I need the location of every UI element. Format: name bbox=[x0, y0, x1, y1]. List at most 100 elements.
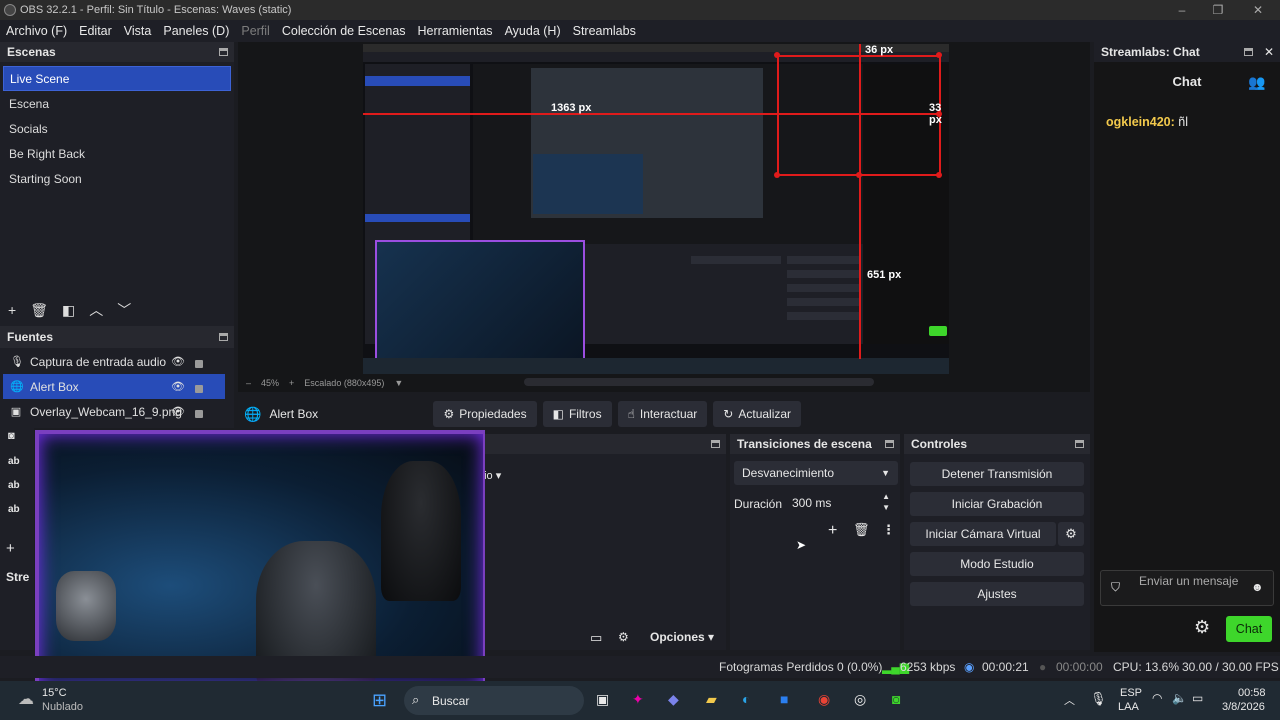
scene-item-be-right-back[interactable]: Be Right Back bbox=[3, 141, 231, 166]
teams-icon[interactable]: ◆ bbox=[668, 691, 679, 708]
user-list-icon[interactable]: 👥 bbox=[1248, 74, 1265, 91]
program-preview[interactable]: 36 px 1363 px 33 px 651 px bbox=[363, 44, 949, 374]
gear-icon[interactable]: ⚙ bbox=[1194, 617, 1210, 638]
delete-scene-icon[interactable]: 🗑 bbox=[30, 302, 48, 319]
undock-icon[interactable] bbox=[711, 440, 720, 448]
chevron-up-icon[interactable]: ︿ bbox=[1064, 692, 1075, 708]
weather-desc[interactable]: Nublado bbox=[42, 701, 83, 713]
taskbar-search[interactable]: ⌕ Buscar bbox=[404, 686, 584, 715]
volume-icon[interactable]: 🔈 bbox=[1172, 691, 1187, 705]
zoom-in-icon[interactable]: + bbox=[289, 378, 294, 388]
lock-icon[interactable] bbox=[195, 385, 203, 393]
properties-button[interactable]: ⚙ Propiedades bbox=[433, 401, 537, 427]
filters-button[interactable]: ◧ Filtros bbox=[542, 401, 612, 427]
menu-herramientas[interactable]: Herramientas bbox=[412, 24, 499, 38]
maximize-icon[interactable]: ❐ bbox=[1200, 0, 1236, 20]
weather-temp[interactable]: 15°C bbox=[42, 687, 67, 699]
chat-username[interactable]: ogklein420: bbox=[1106, 115, 1175, 129]
add-source-icon[interactable]: + bbox=[6, 540, 15, 557]
close-icon[interactable]: ✕ bbox=[1264, 45, 1274, 59]
interact-button[interactable]: ☝ Interactuar bbox=[617, 401, 708, 427]
spin-arrows-icon[interactable]: ▲ ▼ bbox=[882, 491, 890, 513]
move-down-icon[interactable]: ﹀ bbox=[117, 300, 131, 320]
add-transition-icon[interactable]: + bbox=[828, 522, 837, 540]
scene-item-escena[interactable]: Escena bbox=[3, 91, 231, 116]
delete-transition-icon[interactable]: 🗑 bbox=[853, 522, 870, 538]
microphone-icon[interactable]: 🎙 bbox=[1090, 691, 1107, 707]
obs-icon[interactable]: ◎ bbox=[854, 691, 866, 708]
settings-button[interactable]: Ajustes bbox=[910, 582, 1084, 606]
input-language[interactable]: ESP bbox=[1120, 687, 1142, 699]
refresh-button[interactable]: ↻ Actualizar bbox=[713, 401, 802, 427]
more-options-icon[interactable]: ⋮ bbox=[882, 522, 895, 538]
chrome-icon[interactable]: ◉ bbox=[818, 691, 830, 708]
move-up-icon[interactable]: ︿ bbox=[89, 300, 103, 320]
lock-icon[interactable] bbox=[195, 360, 203, 368]
clock-date[interactable]: 3/8/2026 bbox=[1222, 701, 1265, 713]
menu-ayuda[interactable]: Ayuda (H) bbox=[499, 24, 567, 38]
zoom-level[interactable]: 45% bbox=[261, 378, 279, 388]
gear-icon[interactable]: ⚙ bbox=[618, 630, 629, 644]
visibility-eye-icon[interactable]: 👁 bbox=[171, 405, 185, 418]
lock-icon[interactable] bbox=[195, 410, 203, 418]
shield-icon[interactable]: ⛉ bbox=[1111, 580, 1120, 595]
input-layout[interactable]: LAA bbox=[1118, 701, 1139, 713]
task-view-icon[interactable]: ▣ bbox=[596, 691, 609, 708]
transition-type-select[interactable]: Desvanecimiento ▼ bbox=[734, 461, 898, 485]
cloud-icon[interactable]: ☁ bbox=[18, 689, 34, 709]
emoji-icon[interactable]: ☻ bbox=[1251, 580, 1264, 594]
studio-mode-button[interactable]: Modo Estudio bbox=[910, 552, 1084, 576]
add-scene-icon[interactable]: + bbox=[8, 302, 16, 318]
chat-input[interactable]: ⛉ Enviar un mensaje ☻ bbox=[1100, 570, 1274, 606]
scene-filters-icon[interactable]: ◧ bbox=[62, 302, 75, 319]
copilot-icon[interactable]: ✦ bbox=[632, 691, 644, 708]
edge-icon[interactable]: ◐ bbox=[742, 691, 750, 707]
source-item-audio-capture[interactable]: 🎙 Captura de entrada audio 👁 bbox=[3, 349, 225, 374]
zoom-out-icon[interactable]: – bbox=[246, 378, 251, 388]
minimize-icon[interactable]: – bbox=[1164, 0, 1200, 20]
preview-scrollbar[interactable] bbox=[524, 378, 874, 386]
handle-dot[interactable] bbox=[936, 172, 942, 178]
menu-editar[interactable]: Editar bbox=[73, 24, 118, 38]
menu-coleccion[interactable]: Colección de Escenas bbox=[276, 24, 412, 38]
start-recording-button[interactable]: Iniciar Grabación bbox=[910, 492, 1084, 516]
scene-item-starting-soon[interactable]: Starting Soon bbox=[3, 166, 231, 191]
menu-paneles[interactable]: Paneles (D) bbox=[157, 24, 235, 38]
menu-perfil[interactable]: Perfil bbox=[235, 24, 275, 38]
scene-item-socials[interactable]: Socials bbox=[3, 116, 231, 141]
undock-icon[interactable] bbox=[1243, 48, 1253, 56]
handle-dot[interactable] bbox=[856, 172, 862, 178]
windows-start-icon[interactable]: ⊞ bbox=[372, 690, 387, 711]
chat-send-button[interactable]: Chat bbox=[1226, 616, 1272, 642]
visibility-eye-icon[interactable]: 👁 bbox=[171, 380, 185, 393]
battery-icon[interactable]: ▭ bbox=[1192, 691, 1203, 705]
store-icon[interactable]: ■ bbox=[780, 691, 788, 707]
scene-item-live-scene[interactable]: Live Scene bbox=[3, 66, 231, 91]
handle-dot[interactable] bbox=[936, 52, 942, 58]
stop-stream-button[interactable]: Detener Transmisión bbox=[910, 462, 1084, 486]
handle-dot[interactable] bbox=[774, 172, 780, 178]
options-dropdown[interactable]: Opciones ▾ bbox=[650, 630, 714, 644]
undock-icon[interactable] bbox=[219, 333, 228, 341]
gear-icon[interactable]: ⚙ bbox=[1058, 522, 1084, 546]
visibility-eye-icon[interactable]: 👁 bbox=[171, 355, 185, 368]
handle-dot[interactable] bbox=[774, 52, 780, 58]
undock-icon[interactable] bbox=[885, 440, 894, 448]
undock-icon[interactable] bbox=[1075, 440, 1084, 448]
webcam-overlay[interactable] bbox=[35, 430, 485, 688]
menu-streamlabs[interactable]: Streamlabs bbox=[567, 24, 642, 38]
menu-vista[interactable]: Vista bbox=[118, 24, 158, 38]
close-icon[interactable]: ✕ bbox=[1240, 0, 1276, 20]
start-virtual-camera-button[interactable]: Iniciar Cámara Virtual bbox=[910, 522, 1056, 546]
streamlabs-icon[interactable]: ◙ bbox=[892, 691, 900, 707]
undock-icon[interactable] bbox=[219, 48, 228, 56]
wifi-icon[interactable]: ◠ bbox=[1152, 691, 1162, 705]
scaling-label[interactable]: Escalado (880x495) bbox=[304, 378, 384, 388]
chevron-down-icon[interactable]: ▼ bbox=[394, 378, 403, 388]
clock-time[interactable]: 00:58 bbox=[1238, 687, 1266, 699]
duration-input[interactable]: 300 ms ▲ ▼ bbox=[786, 491, 896, 515]
source-item-alert-box[interactable]: 🌐 Alert Box 👁 bbox=[3, 374, 225, 399]
source-item-overlay-webcam[interactable]: ▣ Overlay_Webcam_16_9.png 👁 bbox=[3, 399, 225, 424]
layout-icon[interactable]: ▭ bbox=[590, 630, 602, 646]
folder-icon[interactable]: ▰ bbox=[706, 691, 717, 708]
